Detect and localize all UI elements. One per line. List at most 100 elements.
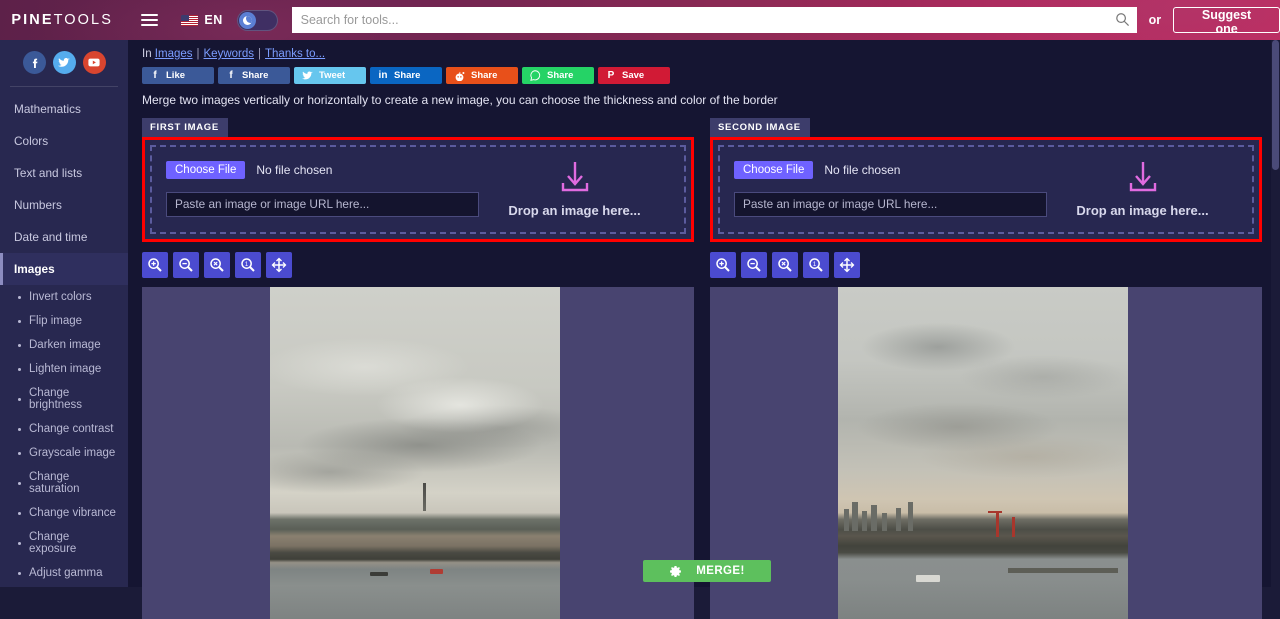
- sidebar-subitem-darken-image[interactable]: Darken image: [0, 333, 128, 357]
- bullet-icon: [18, 319, 21, 323]
- search-box: [291, 7, 1137, 33]
- sidebar-social-links: [0, 40, 128, 86]
- bullet-icon: [18, 481, 21, 485]
- sidebar-subitem-label: Grayscale image: [29, 447, 116, 459]
- top-bar: PINETOOLS EN or Suggest one: [0, 0, 1280, 40]
- second-image-url-input[interactable]: [734, 191, 1047, 217]
- share-button-reddit[interactable]: Share: [446, 67, 518, 84]
- image-panels: FIRST IMAGE Choose File No file chosen P…: [128, 107, 1280, 619]
- share-button-pinterest[interactable]: P Save: [598, 67, 670, 84]
- sidebar-subitem-label: Change brightness: [29, 387, 83, 411]
- share-button-label: Share: [547, 70, 574, 81]
- share-button-label: Like: [166, 70, 186, 81]
- twitter-icon[interactable]: [52, 51, 76, 74]
- twitter-icon: [302, 71, 313, 80]
- sidebar-item-text-and-lists[interactable]: Text and lists: [0, 157, 128, 189]
- share-button-label: Share: [471, 70, 498, 81]
- first-choose-file-button[interactable]: Choose File: [166, 160, 246, 179]
- first-file-status: No file chosen: [256, 162, 333, 177]
- site-logo[interactable]: PINETOOLS: [0, 12, 124, 28]
- share-button-facebook-like[interactable]: f Like: [142, 67, 214, 84]
- first-image-url-input[interactable]: [166, 191, 479, 217]
- youtube-icon[interactable]: [82, 51, 106, 74]
- bullet-icon: [18, 541, 21, 545]
- second-image-dropzone[interactable]: Choose File No file chosen Drop an image…: [710, 137, 1262, 242]
- sidebar-subitem-adjust-gamma[interactable]: Adjust gamma: [0, 561, 128, 585]
- sidebar-item-numbers[interactable]: Numbers: [0, 189, 128, 221]
- or-label: or: [1148, 13, 1162, 27]
- logo-bold-text: PINE: [11, 12, 54, 28]
- first-zoom-out-icon[interactable]: [173, 252, 199, 278]
- second-zoom-out-icon[interactable]: [741, 252, 767, 278]
- second-zoom-reset-icon[interactable]: [772, 252, 798, 278]
- hamburger-icon[interactable]: [134, 0, 165, 40]
- sidebar-subitem-label: Flip image: [29, 315, 83, 327]
- sidebar-subitems: Invert colors Flip image Darken image Li…: [0, 285, 128, 587]
- sidebar-subitem-change-brightness[interactable]: Change brightness: [0, 381, 128, 417]
- breadcrumb-separator: |: [196, 48, 200, 60]
- second-drop-label: Drop an image here...: [1076, 203, 1209, 218]
- first-zoom-actual-size-icon[interactable]: 1: [235, 252, 261, 278]
- sidebar-item-mathematics[interactable]: Mathematics: [0, 93, 128, 125]
- sidebar-subitem-change-saturation[interactable]: Change saturation: [0, 465, 128, 501]
- second-move-icon[interactable]: [834, 252, 860, 278]
- logo-light-text: TOOLS: [53, 12, 113, 28]
- sidebar-subitem-change-exposure[interactable]: Change exposure: [0, 525, 128, 561]
- first-image-tab-label: FIRST IMAGE: [142, 118, 228, 137]
- download-arrow-icon: [1129, 162, 1156, 192]
- page-scrollbar[interactable]: [1271, 40, 1280, 587]
- tool-description: Merge two images vertically or horizonta…: [142, 93, 778, 107]
- share-button-facebook-share[interactable]: f Share: [218, 67, 290, 84]
- second-image-preview-canvas[interactable]: [710, 287, 1262, 619]
- search-input[interactable]: [291, 7, 1137, 33]
- breadcrumb-link-images[interactable]: Images: [155, 48, 193, 60]
- merge-button-label: MERGE!: [696, 565, 745, 577]
- sidebar-divider: [10, 86, 118, 87]
- scrollbar-thumb[interactable]: [1272, 40, 1279, 170]
- sidebar-subitem-lighten-image[interactable]: Lighten image: [0, 357, 128, 381]
- bullet-icon: [18, 295, 21, 299]
- breadcrumb: In Images | Keywords | Thanks to...: [128, 40, 1280, 62]
- second-choose-file-button[interactable]: Choose File: [734, 160, 814, 179]
- share-button-label: Tweet: [319, 70, 346, 81]
- facebook-icon[interactable]: [22, 51, 46, 74]
- language-selector[interactable]: EN: [181, 13, 222, 27]
- breadcrumb-link-keywords[interactable]: Keywords: [204, 48, 255, 60]
- merge-button[interactable]: MERGE!: [643, 560, 771, 582]
- first-drop-label: Drop an image here...: [508, 203, 641, 218]
- second-zoom-actual-size-icon[interactable]: 1: [803, 252, 829, 278]
- boat-shape: [370, 572, 388, 576]
- sidebar-item-date-and-time[interactable]: Date and time: [0, 221, 128, 253]
- sidebar-subitem-grayscale-image[interactable]: Grayscale image: [0, 441, 128, 465]
- sidebar-subitem-change-contrast[interactable]: Change contrast: [0, 417, 128, 441]
- pier-shape: [1008, 568, 1118, 573]
- sidebar-item-images[interactable]: Images: [0, 253, 128, 285]
- sidebar-subitem-flip-image[interactable]: Flip image: [0, 309, 128, 333]
- first-zoom-reset-icon[interactable]: [204, 252, 230, 278]
- sidebar-categories: Mathematics Colors Text and lists Number…: [0, 93, 128, 285]
- sidebar-subitem-invert-colors[interactable]: Invert colors: [0, 285, 128, 309]
- share-button-label: Share: [242, 70, 269, 81]
- share-button-twitter[interactable]: Tweet: [294, 67, 366, 84]
- first-image-panel: FIRST IMAGE Choose File No file chosen P…: [142, 117, 694, 619]
- share-button-label: Share: [394, 70, 421, 81]
- breadcrumb-link-thanks-to[interactable]: Thanks to...: [265, 48, 325, 60]
- sidebar-subitem-label: Lighten image: [29, 363, 102, 375]
- second-zoom-in-icon[interactable]: [710, 252, 736, 278]
- bullet-icon: [18, 343, 21, 347]
- suggest-one-button[interactable]: Suggest one: [1173, 7, 1280, 36]
- first-zoom-in-icon[interactable]: [142, 252, 168, 278]
- gear-icon: [670, 565, 682, 577]
- first-move-icon[interactable]: [266, 252, 292, 278]
- bullet-icon: [18, 397, 21, 401]
- sidebar-subitem-label: Darken image: [29, 339, 101, 351]
- share-button-whatsapp[interactable]: Share: [522, 67, 594, 84]
- sidebar-item-colors[interactable]: Colors: [0, 125, 128, 157]
- theme-toggle[interactable]: [236, 9, 278, 31]
- first-image-dropzone[interactable]: Choose File No file chosen Drop an image…: [142, 137, 694, 242]
- second-image-zoom-toolbar: 1: [710, 242, 1262, 287]
- sidebar-subitem-change-vibrance[interactable]: Change vibrance: [0, 501, 128, 525]
- share-button-linkedin[interactable]: in Share: [370, 67, 442, 84]
- facebook-icon: f: [153, 70, 157, 81]
- first-image-preview-canvas[interactable]: [142, 287, 694, 619]
